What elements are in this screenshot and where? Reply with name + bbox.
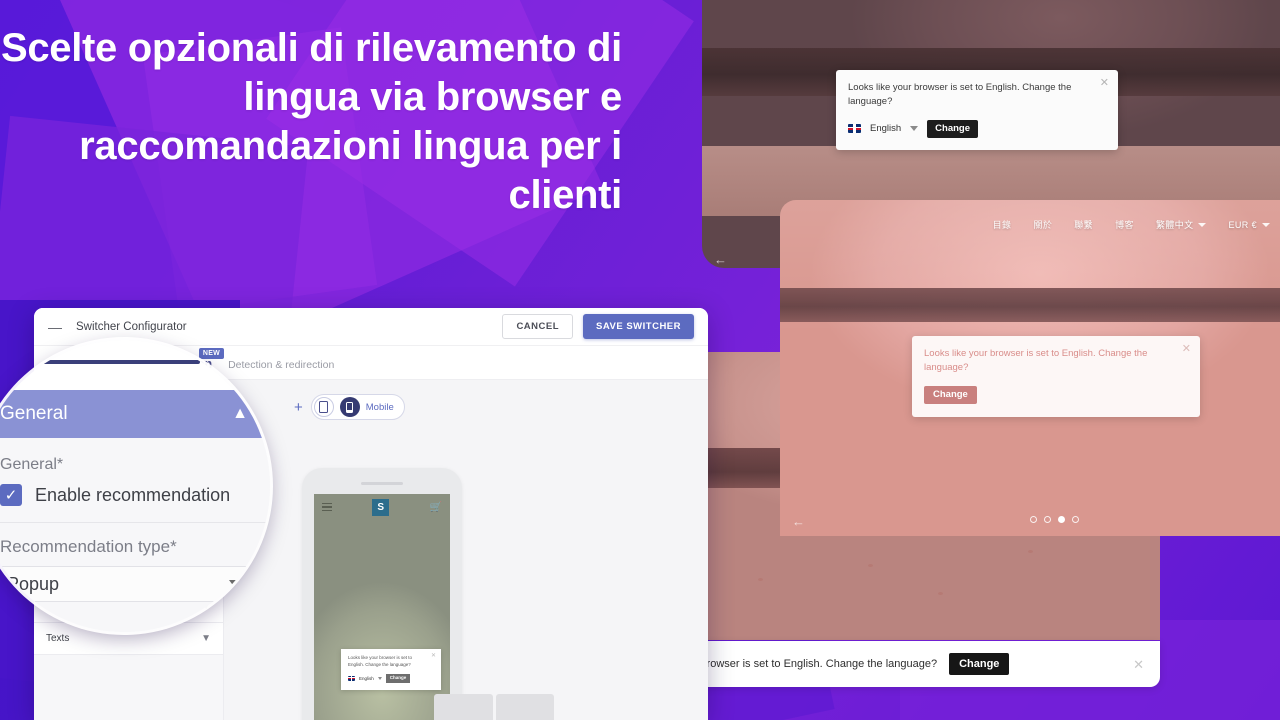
close-icon[interactable]: ✕ <box>1133 658 1144 671</box>
configurator-actions: CANCEL SAVE SWITCHER <box>502 314 694 339</box>
magnifier-general-label: General* <box>0 438 270 474</box>
preview-strip-block <box>495 694 554 720</box>
close-icon[interactable]: ✕ <box>431 653 436 659</box>
carousel-dot[interactable] <box>1072 516 1079 523</box>
chevron-down-icon: ▼ <box>201 633 211 644</box>
popup-message: Looks like your browser is set to Englis… <box>848 82 1072 107</box>
uk-flag-icon <box>848 124 861 134</box>
chevron-down-icon[interactable] <box>377 676 382 680</box>
plus-icon[interactable]: + <box>294 400 303 415</box>
hero-currency-selector[interactable]: EUR € <box>1228 220 1270 230</box>
language-popup-top: ✕ Looks like your browser is set to Engl… <box>836 70 1118 150</box>
magnifier-tab-area <box>0 340 270 390</box>
phone-icon[interactable] <box>339 397 360 417</box>
device-pill[interactable]: Mobile <box>310 394 405 420</box>
popup-language-label: English <box>870 123 902 135</box>
page-title: Scelte opzionali di rilevamento di lingu… <box>0 26 622 217</box>
magnifier-rec-type-text: Recommendation type <box>0 537 171 556</box>
change-language-button[interactable]: Change <box>927 120 979 138</box>
phone-screen: S 🛒 ✕ Looks like your browser is set to … <box>314 494 450 720</box>
chevron-down-icon <box>1198 222 1207 227</box>
magnifier-recommendation-type-label: Recommendation type* <box>0 523 270 557</box>
cart-icon[interactable]: 🛒 <box>430 502 442 513</box>
hero-navigation: 目錄 關於 聯繫 博客 繁體中文 EUR € <box>993 218 1270 231</box>
popup-controls: English Change <box>848 120 1106 138</box>
chevron-down-icon <box>229 580 241 588</box>
arrow-left-icon[interactable]: ← <box>714 252 727 267</box>
phone-mockup: S 🛒 ✕ Looks like your browser is set to … <box>302 468 462 720</box>
hero-nav-item-blog[interactable]: 博客 <box>1115 218 1134 231</box>
carousel-dot[interactable] <box>1044 516 1051 523</box>
device-label: Mobile <box>365 401 394 413</box>
close-icon[interactable]: ✕ <box>1100 78 1109 89</box>
chevron-down-icon[interactable] <box>910 126 919 132</box>
magnifier-form-body: General* ✓ Enable recommendation Recomme… <box>0 438 270 632</box>
popup-message: Looks like your browser is set to Englis… <box>348 655 413 667</box>
popup-controls: English Change <box>348 674 434 683</box>
carousel-dots[interactable] <box>1030 516 1079 523</box>
active-tab-underline <box>40 360 200 364</box>
phone-speaker <box>361 482 403 485</box>
required-mark: * <box>170 537 177 556</box>
language-popup-middle: ✕ Looks like your browser is set to Engl… <box>912 336 1200 417</box>
phone-language-popup: ✕ Looks like your browser is set to Engl… <box>341 649 441 690</box>
change-language-button[interactable]: Change <box>924 386 977 404</box>
configurator-title: Switcher Configurator <box>76 320 187 333</box>
hamburger-icon[interactable] <box>322 501 332 513</box>
checkbox-enable-recommendation[interactable]: ✓ <box>0 484 22 506</box>
close-icon[interactable]: ✕ <box>1182 344 1191 355</box>
tablet-icon[interactable] <box>313 397 334 417</box>
screenshot-root: 目錄 關於 聯繫 博客 繁體中文 EUR € ← ← Scelte opzion… <box>0 0 1280 720</box>
magnifier-enable-recommendation-row[interactable]: ✓ Enable recommendation <box>0 474 270 506</box>
popup-message: Looks like your browser is set to Englis… <box>924 348 1148 373</box>
carousel-dot-active[interactable] <box>1058 516 1065 523</box>
accordion-label: Texts <box>46 633 70 644</box>
minimize-icon[interactable]: — <box>48 320 62 334</box>
hero-nav-item-catalog[interactable]: 目錄 <box>993 218 1012 231</box>
carousel-dot[interactable] <box>1030 516 1037 523</box>
chevron-up-icon[interactable]: ▲ <box>232 405 248 423</box>
preview-strip-block <box>434 694 493 720</box>
popup-language-label: English <box>359 675 374 681</box>
change-language-button[interactable]: Change <box>385 674 411 683</box>
cancel-button[interactable]: CANCEL <box>502 314 574 339</box>
chevron-down-icon <box>1262 222 1270 227</box>
hero-language-label: 繁體中文 <box>1155 220 1194 230</box>
store-logo: S <box>372 498 390 516</box>
hero-language-selector[interactable]: 繁體中文 <box>1156 218 1207 231</box>
magnifier-lens: General ▲ General* ✓ Enable recommendati… <box>0 340 270 632</box>
hero-nav-item-contact[interactable]: 聯繫 <box>1074 218 1093 231</box>
configurator-preview-panel: + Mobile S 🛒 ✕ Looks like your browser i… <box>224 380 708 720</box>
save-switcher-button[interactable]: SAVE SWITCHER <box>583 314 694 339</box>
change-language-button[interactable]: Change <box>949 653 1010 675</box>
magnifier-content: General ▲ General* ✓ Enable recommendati… <box>0 340 270 632</box>
arrow-left-icon[interactable]: ← <box>792 514 805 529</box>
magnifier-recommendation-type-select[interactable]: Popup <box>0 566 256 602</box>
magnifier-general-text: General <box>0 456 57 473</box>
phone-store-topbar: S 🛒 <box>314 494 450 520</box>
preview-secondary-strip <box>434 694 554 720</box>
magnifier-section-label: General <box>0 403 68 424</box>
uk-flag-icon <box>348 675 355 681</box>
select-value: Popup <box>7 573 60 594</box>
required-mark: * <box>56 456 64 473</box>
magnifier-section-header[interactable]: General ▲ <box>0 390 270 438</box>
hero-nav-item-about[interactable]: 關於 <box>1033 218 1052 231</box>
device-toggle: + Mobile <box>294 394 405 420</box>
hero-currency-label: EUR € <box>1228 219 1257 230</box>
checkbox-label: Enable recommendation <box>35 484 231 505</box>
